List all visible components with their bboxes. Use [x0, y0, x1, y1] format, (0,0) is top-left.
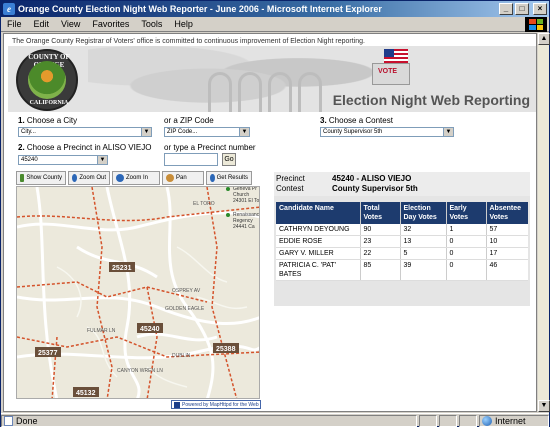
page-icon	[4, 415, 13, 426]
col-header-early: Early Votes	[445, 202, 486, 224]
vote-box-graphic: VOTE	[368, 49, 414, 87]
status-bar: Done Internet	[1, 413, 549, 427]
maphttpd-logo-icon	[174, 401, 180, 408]
menu-bar: File Edit View Favorites Tools Help	[1, 17, 549, 32]
get-results-button[interactable]: Get Results	[206, 171, 252, 185]
street-label: GOLDEN EAGLE	[165, 306, 205, 312]
precinct-label-25231[interactable]: 25231	[112, 265, 132, 272]
vertical-scrollbar[interactable]: ▲ ▼	[537, 33, 550, 412]
ie-app-icon: e	[3, 3, 15, 15]
intro-text: The Orange County Registrar of Voters' o…	[12, 38, 365, 45]
zoom-in-icon	[116, 174, 124, 182]
map-credit-link[interactable]: Powered by MapHttpd for the Web	[171, 400, 261, 409]
windows-flag-icon	[525, 17, 547, 32]
zoom-out-icon	[72, 174, 78, 182]
precinct-label-25388[interactable]: 25388	[216, 346, 236, 353]
table-row: GARY V. MILLER 22 5 0 17	[276, 247, 528, 260]
selection-info: Precinct 45240 - ALISO VIEJO Contest Count…	[274, 172, 530, 196]
zip-label: or a ZIP Code	[164, 116, 214, 125]
security-zone: Internet	[479, 414, 549, 427]
col-header-election-day: Election Day Votes	[399, 202, 446, 224]
close-button[interactable]: ×	[533, 3, 547, 15]
show-county-button[interactable]: Show County	[16, 171, 66, 185]
county-seal-logo: COUNTY OF ORANGE CALIFORNIA	[16, 49, 78, 111]
poi-label-church: Geneva Pr Church 24301 El To	[233, 186, 260, 204]
county-icon	[20, 174, 25, 182]
maximize-button[interactable]: □	[515, 3, 529, 15]
city-select[interactable]: City... ▼	[18, 127, 152, 137]
precinct-label-45240[interactable]: 45240	[140, 326, 160, 333]
street-label: FULMAR LN	[87, 328, 116, 334]
results-table: Candidate Name Total Votes Election Day …	[276, 202, 528, 281]
menu-favorites[interactable]: Favorites	[86, 19, 135, 29]
precinct-number-input[interactable]	[164, 153, 218, 166]
zoom-in-button[interactable]: Zoom In	[112, 171, 160, 185]
street-label: OSPREY AV	[172, 288, 201, 294]
menu-tools[interactable]: Tools	[135, 19, 168, 29]
street-label: EL TORO	[193, 201, 215, 207]
map-canvas[interactable]: EL TORO OSPREY AV GOLDEN EAGLE DUBLIN FU…	[17, 187, 260, 399]
info-icon	[210, 174, 215, 182]
browser-window: e Orange County Election Night Web Repor…	[0, 0, 550, 427]
precinct-label-25377[interactable]: 25377	[38, 350, 58, 357]
status-text: Done	[1, 414, 417, 427]
precinct-select[interactable]: 45240 ▼	[18, 155, 108, 165]
menu-view[interactable]: View	[55, 19, 86, 29]
col-header-candidate: Candidate Name	[276, 202, 360, 224]
pan-button[interactable]: Pan	[162, 171, 204, 185]
menu-edit[interactable]: Edit	[28, 19, 56, 29]
poi-label-regency: Renaissanc Regency 24441 Ca	[233, 212, 260, 230]
map-toolbar: Show County Zoom Out Zoom In Pan Get Res…	[16, 171, 254, 185]
minimize-button[interactable]: _	[499, 3, 513, 15]
table-row: EDDIE ROSE 23 13 0 10	[276, 235, 528, 248]
scroll-down-icon[interactable]: ▼	[538, 400, 550, 412]
pan-hand-icon	[166, 174, 174, 182]
title-bar: e Orange County Election Night Web Repor…	[1, 1, 549, 17]
go-button[interactable]: Go	[222, 153, 236, 166]
table-row: CATHRYN DEYOUNG 90 32 1 57	[276, 224, 528, 236]
contest-select[interactable]: County Supervisor 5th ▼	[320, 127, 454, 137]
precinct-map[interactable]: EL TORO OSPREY AV GOLDEN EAGLE DUBLIN FU…	[16, 186, 260, 399]
col-header-total: Total Votes	[359, 202, 400, 224]
header-banner: COUNTY OF ORANGE CALIFORNIA VOTE Electio…	[8, 46, 536, 112]
poi-marker-icon	[226, 213, 230, 217]
street-label: CANYON WREN LN	[117, 368, 163, 374]
chevron-down-icon: ▼	[239, 128, 249, 136]
precinct-label-45132[interactable]: 45132	[76, 390, 96, 397]
city-label: 1. Choose a City	[18, 116, 78, 125]
poi-marker-icon	[226, 187, 230, 191]
contest-label: 3. Choose a Contest	[320, 116, 393, 125]
chevron-down-icon: ▼	[443, 128, 453, 136]
precinct-info-row: Precinct 45240 - ALISO VIEJO	[276, 174, 412, 183]
scroll-up-icon[interactable]: ▲	[538, 33, 550, 45]
chevron-down-icon: ▼	[97, 156, 107, 164]
precinct-label: 2. Choose a Precinct in ALISO VIEJO	[18, 143, 152, 152]
results-panel: Candidate Name Total Votes Election Day …	[274, 196, 530, 306]
menu-file[interactable]: File	[1, 19, 28, 29]
zip-select[interactable]: ZIP Code... ▼	[164, 127, 250, 137]
page-viewport: The Orange County Registrar of Voters' o…	[3, 33, 537, 412]
chevron-down-icon: ▼	[141, 128, 151, 136]
contest-info-row: Contest County Supervisor 5th	[276, 184, 418, 193]
banner-title: Election Night Web Reporting	[332, 92, 530, 108]
globe-icon	[482, 415, 492, 426]
zoom-out-button[interactable]: Zoom Out	[68, 171, 110, 185]
precinct-type-label: or type a Precinct number	[164, 143, 256, 152]
col-header-absentee: Absentee Votes	[485, 202, 528, 224]
menu-help[interactable]: Help	[168, 19, 199, 29]
table-row: PATRICIA C. 'PAT' BATES 85 39 0 46	[276, 259, 528, 281]
street-label: DUBLIN	[172, 353, 191, 359]
window-title: Orange County Election Night Web Reporte…	[18, 4, 382, 14]
